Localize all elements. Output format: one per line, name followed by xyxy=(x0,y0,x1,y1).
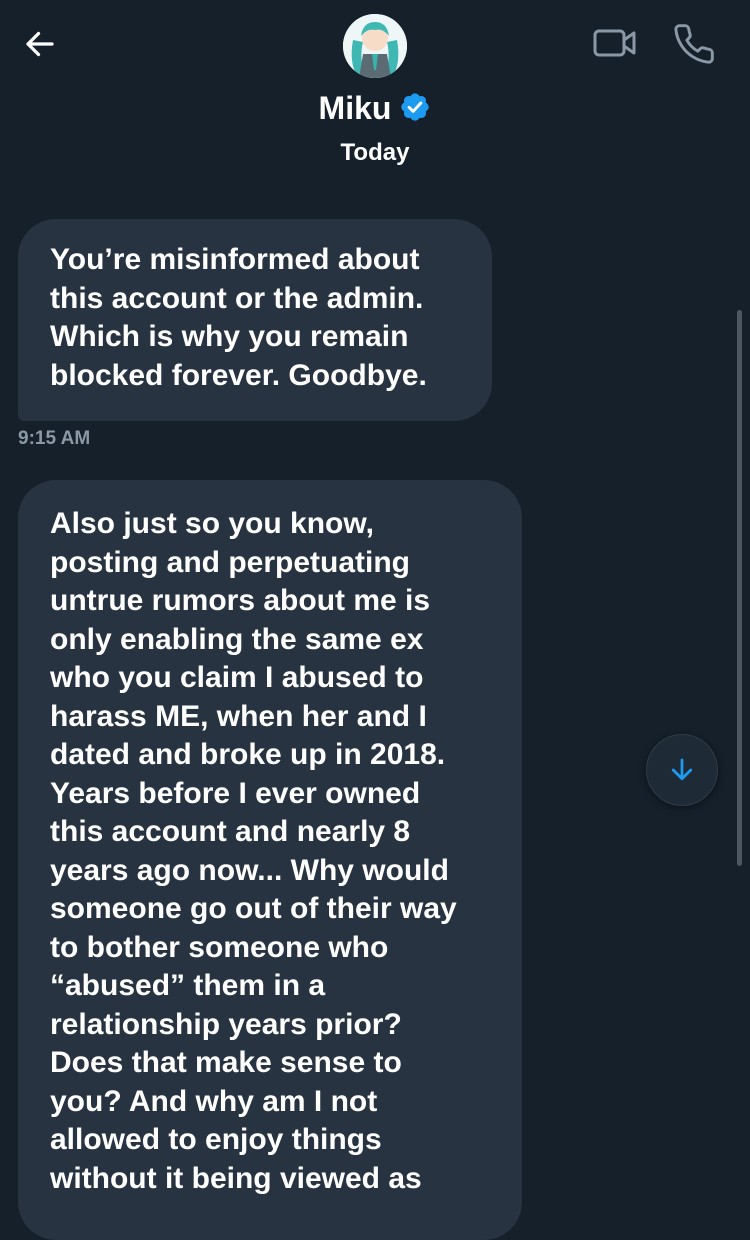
voice-call-button[interactable] xyxy=(672,22,716,66)
video-call-button[interactable] xyxy=(590,24,640,64)
scrollbar[interactable] xyxy=(737,310,742,866)
avatar-image xyxy=(343,14,407,78)
video-camera-icon xyxy=(593,29,636,57)
scroll-to-bottom-button[interactable] xyxy=(646,734,718,806)
message-bubble[interactable]: Also just so you know, posting and perpe… xyxy=(18,480,522,1240)
phone-icon xyxy=(674,24,714,64)
avatar[interactable] xyxy=(343,14,407,78)
back-button[interactable] xyxy=(18,22,62,66)
verified-badge-icon xyxy=(399,91,431,132)
conversation-header: Miku Today xyxy=(0,0,750,200)
date-separator: Today xyxy=(340,139,410,166)
arrow-left-icon xyxy=(26,31,54,57)
contact-name-row[interactable]: Miku xyxy=(0,88,750,132)
arrow-down-icon xyxy=(671,758,693,781)
message-bubble[interactable]: You’re misinformed about this account or… xyxy=(18,219,492,421)
message-timestamp: 9:15 AM xyxy=(18,428,91,449)
contact-name: Miku xyxy=(318,90,392,126)
